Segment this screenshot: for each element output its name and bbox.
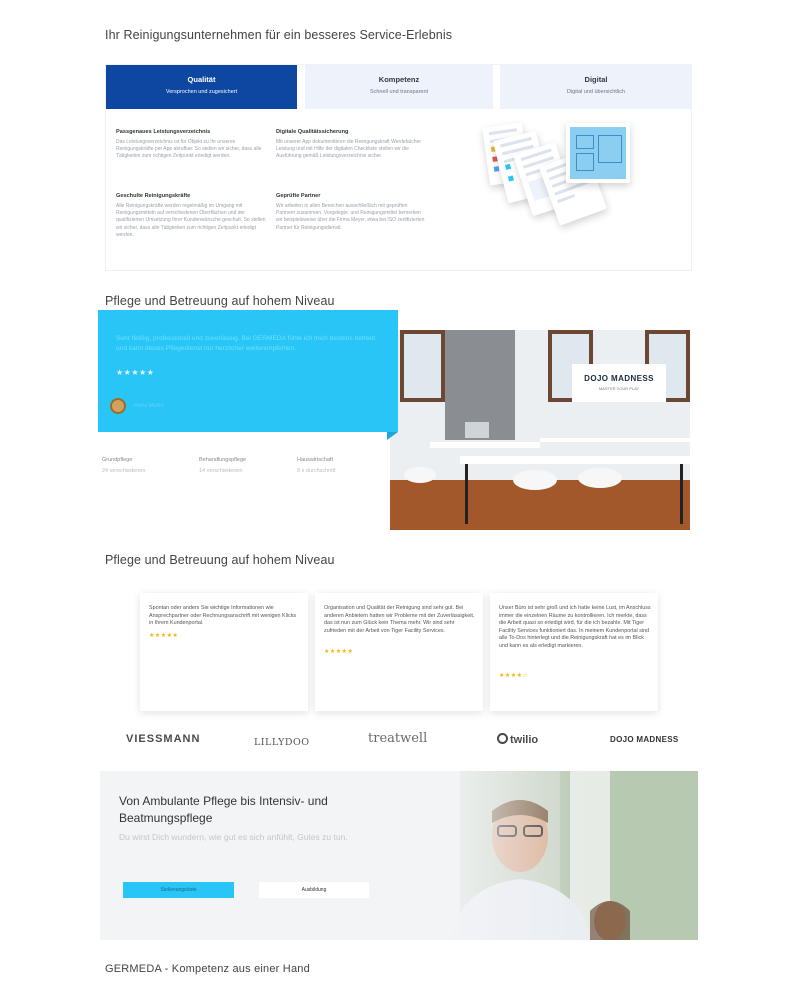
review-stars: ★★★★☆ [499,673,529,679]
feature-item: Geprüfte Partner Wir arbeiten in allen B… [276,193,426,232]
logo-dojo-madness: DOJO MADNESS [610,735,679,744]
logo-viessmann: VIESSMANN [126,733,201,745]
stat-item: Behandlungspflege 14 verschiedenen [199,457,246,474]
tab-digital[interactable]: Digital Digital und übersichtlich [500,65,692,109]
section-title-reviews: Pflege und Betreuung auf hohem Niveau [105,553,335,567]
logo-treatwell: treatwell [368,731,428,746]
twilio-icon [497,733,508,744]
feature-item: Digitale Qualitätssicherung Mit unserer … [276,129,426,161]
review-card: Unser Büro ist sehr groß und ich hatte k… [490,593,658,711]
review-card: Spontan oder anders Sie wichtige Informa… [140,593,308,711]
feature-title: Digitale Qualitätssicherung [276,129,349,135]
blueprint-sheet [566,123,630,183]
rating-stars: ★★★★★ [116,368,155,377]
feature-tabs-panel: Qualität Versprochen und zugesichert Kom… [105,64,692,271]
avatar [110,398,126,414]
feature-text: Alle Reinigungskräfte werden regelmäßig … [116,203,266,238]
feature-text: Wir arbeiten in allen Bereichen ausschli… [276,203,425,231]
stat-value: 24 verschiedenen [102,468,146,474]
stat-label: Behandlungspflege [199,457,247,463]
office-sign: DOJO MADNESS MASTER YOUR PLAY [572,364,666,402]
tab-title: Digital [584,75,608,84]
document-illustration [478,117,658,257]
logo-twilio-text: twilio [510,734,539,746]
jobs-button[interactable]: Stellenangebote [123,882,234,898]
section-title-service: Ihr Reinigungsunternehmen für ein besser… [105,28,453,42]
hero-banner: Von Ambulante Pflege bis Intensiv- und B… [100,771,698,940]
stat-item: Hauswirtschaft 9 x durchschnitt [297,457,336,474]
feature-title: Geprüfte Partner [276,193,321,199]
review-text: Unser Büro ist sehr groß und ich hatte k… [499,605,651,649]
stat-label: Hauswirtschaft [297,457,334,463]
feature-title: Geschulte Reinigungskräfte [116,193,191,199]
review-text: Organisation und Qualität der Reinigung … [324,605,475,634]
sign-title: DOJO MADNESS [584,374,654,383]
stat-value: 14 verschiedenen [199,468,243,474]
testimonial-card: Sehr fleißig, professionell und zuverläs… [98,310,398,432]
testimonial-author: Petra Müller [134,403,164,409]
stat-item: Grundpflege 24 verschiedenen [102,457,145,474]
review-card: Organisation und Qualität der Reinigung … [315,593,483,711]
tab-competence[interactable]: Kompetenz Schnell und transparent [305,65,493,109]
stat-value: 9 x durchschnitt [297,468,336,474]
review-stars: ★★★★★ [324,649,354,655]
tab-subtitle: Digital und übersichtlich [566,89,626,95]
card-corner-fold [387,432,398,440]
tab-title: Qualität [187,75,216,84]
review-text: Spontan oder anders Sie wichtige Informa… [149,605,297,627]
hero-subtitle: Du wirst Dich wundern, wie gut es sich a… [119,832,348,842]
stat-label: Grundpflege [102,457,133,463]
tab-quality[interactable]: Qualität Versprochen und zugesichert [106,65,297,109]
feature-item: Passgenaues Leistungsverzeichnis Das Lei… [116,129,266,161]
feature-text: Mit unserer App dokumentieren die Reinig… [276,139,421,160]
review-stars: ★★★★★ [149,633,179,639]
feature-text: Das Leistungsverzeichnis ist für Objekt … [116,139,262,160]
office-photo: DOJO MADNESS MASTER YOUR PLAY [390,330,690,530]
tab-subtitle: Versprochen und zugesichert [165,89,238,95]
tab-subtitle: Schnell und transparent [369,89,429,95]
feature-title: Passgenaues Leistungsverzeichnis [116,129,211,135]
hero-title: Von Ambulante Pflege bis Intensiv- und B… [119,794,328,825]
logo-lillydoo: LILLYDOO [254,737,310,748]
logo-twilio: twilio [497,733,538,746]
office-illustration [390,330,690,530]
section-title-care: Pflege und Betreuung auf hohem Niveau [105,294,335,308]
training-button[interactable]: Ausbildung [259,882,369,898]
tab-title: Kompetenz [378,75,420,84]
feature-item: Geschulte Reinigungskräfte Alle Reinigun… [116,193,266,239]
testimonial-quote: Sehr fleißig, professionell und zuverläs… [116,335,376,352]
sign-subtitle: MASTER YOUR PLAY [598,386,640,391]
footer-title: GERMEDA - Kompetenz aus einer Hand [105,963,310,975]
